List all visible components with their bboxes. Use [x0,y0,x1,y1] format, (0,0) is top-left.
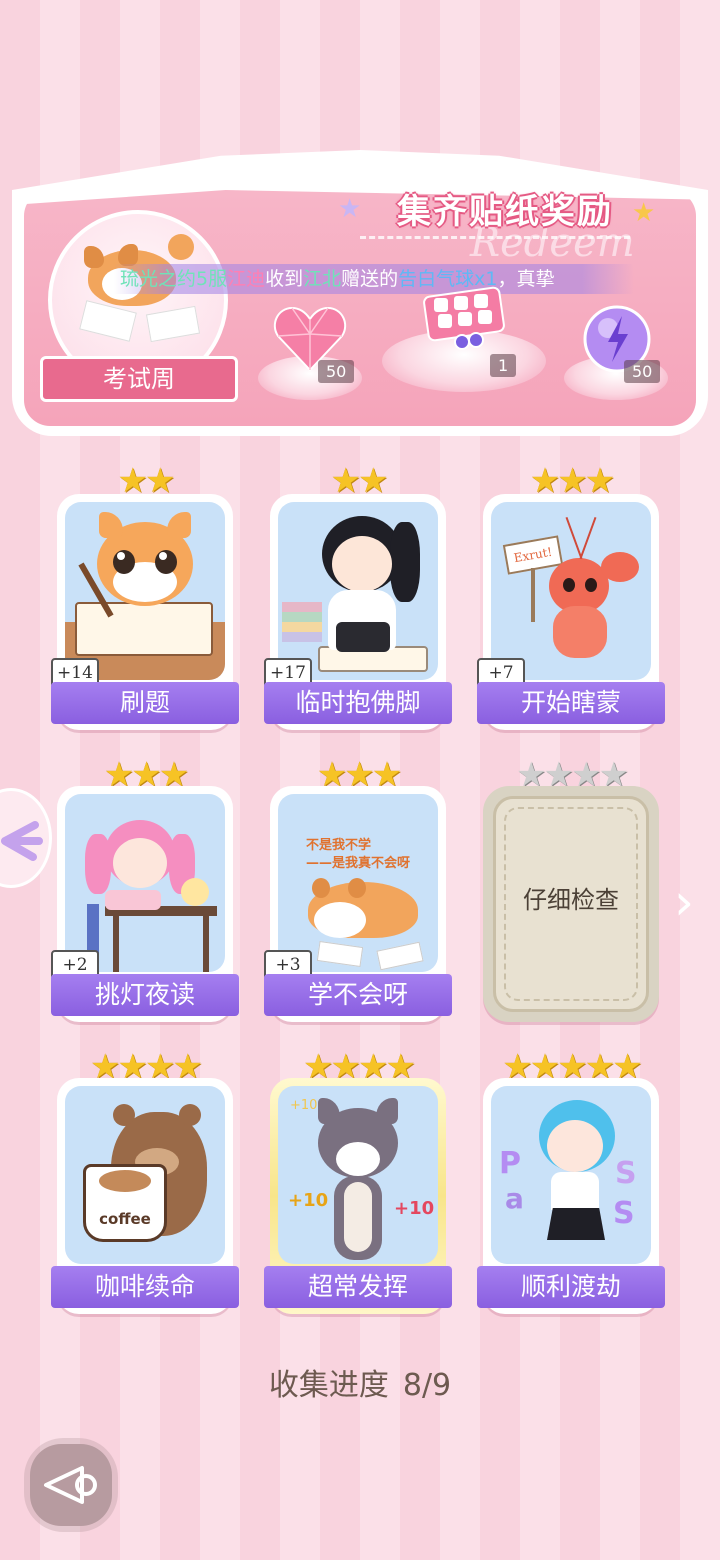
caption-text: ——是我真不会呀 [306,856,411,871]
card-name-label: 顺利渡劫 [477,1266,665,1308]
sticker-art: P a S S [491,1086,651,1264]
locked-sticker-card[interactable]: 仔细检查 [483,786,659,1022]
card-name-label: 超常发挥 [264,1266,452,1308]
sticker-art: Exrut! [491,502,651,680]
sticker-card[interactable]: +2 挑灯夜读 [51,786,239,1022]
sticker-card[interactable]: 不是我不学 ——是我真不会呀 +3 学不会呀 [264,786,452,1022]
reward-count: 50 [624,360,661,383]
sticker-art [65,794,225,972]
card-name-label: 仔细检查 [523,886,619,914]
sticker-card[interactable]: +17 临时抱佛脚 [264,494,452,730]
marquee-receiver: 江北 [303,268,342,290]
bonus-text: +10 [288,1190,329,1211]
next-page-button[interactable]: › [674,874,708,930]
reward-count: 50 [318,360,355,383]
gift-box-icon[interactable] [418,270,510,350]
sticker-card[interactable]: Exrut! +7 开始瞎蒙 [477,494,665,730]
progress-value: 8/9 [402,1368,452,1403]
bonus-text: +10 [290,1098,318,1113]
broadcast-marquee: 琉光之约5服江迪收到江北赠送的告白气球x1，真挚 [114,264,634,294]
card-name-label: 学不会呀 [264,974,452,1016]
collection-progress: 收集进度 8/9 [0,1360,720,1404]
card-name-label: 临时抱佛脚 [264,682,452,724]
star-icon: ★ [632,198,656,228]
caption-text: 不是我不学 [306,838,372,853]
sticker-card[interactable]: coffee 咖啡续命 [51,1078,239,1314]
star-icon: ★ [338,194,362,224]
card-name-label: 开始瞎蒙 [477,682,665,724]
sticker-art: coffee [65,1086,225,1264]
card-name-label: 挑灯夜读 [51,974,239,1016]
chevron-right-icon: › [674,873,694,931]
cup-text: coffee [99,1210,151,1228]
marquee-server: 琉光之约5服 [120,268,228,290]
sticker-card[interactable]: +10 +10 +10 超常发挥 [264,1078,452,1314]
sticker-art: +10 +10 +10 [278,1086,438,1264]
bonus-text: +10 [394,1198,435,1219]
progress-label: 收集进度 [268,1368,389,1403]
marquee-text: 赠送的 [341,268,399,290]
marquee-sender: 江迪 [227,268,266,290]
back-button[interactable] [24,1438,118,1532]
sticker-art: 不是我不学 ——是我真不会呀 [278,794,438,972]
previous-page-button[interactable] [0,788,52,888]
reward-count: 1 [490,354,517,377]
theme-label: 考试周 [40,356,238,402]
marquee-text: 收到 [265,268,304,290]
sticker-card[interactable]: P a S S 顺利渡劫 [477,1078,665,1314]
card-name-label: 刷题 [51,682,239,724]
sparkle-icon [1,821,43,861]
sticker-art [65,502,225,680]
banner-title: 集齐贴纸奖励 [397,192,613,232]
sticker-art [278,502,438,680]
sticker-card[interactable]: +14 刷题 [51,494,239,730]
back-arrow-icon [44,1466,97,1504]
card-name-label: 咖啡续命 [51,1266,239,1308]
divider [360,236,630,239]
